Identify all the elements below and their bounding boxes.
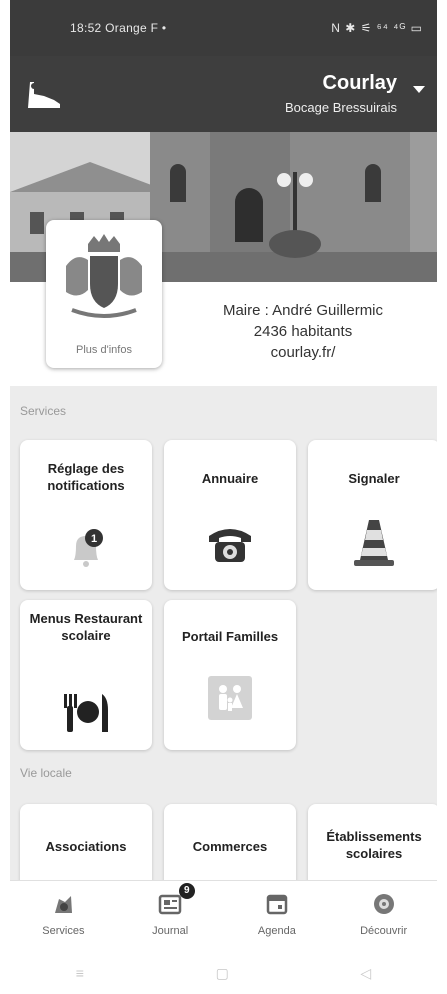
family-icon [208, 676, 252, 720]
tile-directory[interactable]: Annuaire [164, 440, 296, 590]
tile-label: Portail Familles [181, 629, 279, 644]
status-bar: 18:52 Orange F • N ✱ ⚟ ⁶⁴ ⁴ᴳ ▭ [10, 0, 437, 56]
tile-schools[interactable]: Établissements scolaires [308, 804, 437, 880]
nav-agenda[interactable]: Agenda [224, 881, 331, 952]
section-title-services: Services [20, 404, 67, 418]
tile-label: Commerces [192, 839, 268, 854]
nav-label: Journal [152, 925, 189, 937]
tile-label: Annuaire [201, 471, 259, 486]
recent-apps-button[interactable]: ≡ [76, 965, 84, 981]
bell-icon: 1 [74, 529, 103, 567]
fork-plate-knife-icon [64, 694, 108, 732]
tile-shops[interactable]: Commerces [164, 804, 296, 880]
tile-notification-settings[interactable]: Réglage des notifications 1 [20, 440, 152, 590]
caret-down-icon[interactable] [413, 86, 425, 93]
status-time-carrier: 18:52 Orange F • [70, 21, 167, 35]
telephone-icon [209, 529, 251, 562]
notification-badge: 1 [91, 533, 97, 545]
nav-journal[interactable]: 9 Journal [117, 881, 224, 952]
calendar-icon [266, 894, 288, 915]
section-title-local-life: Vie locale [20, 766, 72, 780]
tile-label: Menus Restaurant scolaire [29, 611, 143, 643]
nav-services[interactable]: Services [10, 881, 117, 952]
tile-label: Signaler [348, 471, 400, 486]
traffic-cone-icon [354, 520, 394, 566]
tile-label: Établissements scolaires [326, 829, 422, 861]
services-icon [55, 896, 73, 913]
tile-label: Associations [45, 839, 127, 854]
website-link[interactable]: courlay.fr/ [178, 342, 428, 363]
more-info-link[interactable]: Plus d'infos [46, 344, 162, 356]
tile-associations[interactable]: Associations [20, 804, 152, 880]
mayor-name: Maire : André Guillermic [222, 302, 384, 319]
nav-label: Services [42, 925, 85, 937]
system-navigation: ≡ ▢ ◁ [10, 952, 437, 994]
status-icons: N ✱ ⚟ ⁶⁴ ⁴ᴳ ▭ [331, 21, 423, 35]
map-region-icon[interactable] [24, 78, 64, 112]
tile-label: Réglage des notifications [47, 461, 125, 493]
inhabitants-count: 2436 habitants [253, 323, 353, 340]
nav-discover[interactable]: Découvrir [330, 881, 437, 952]
home-button[interactable]: ▢ [216, 965, 229, 982]
coat-of-arms-icon [66, 234, 142, 318]
tile-school-menus[interactable]: Menus Restaurant scolaire [20, 600, 152, 750]
tile-family-portal[interactable]: Portail Familles [164, 600, 296, 750]
nav-label: Agenda [257, 925, 296, 937]
bottom-navigation: Services 9 Journal Agenda Découvrir [10, 880, 437, 952]
nav-label: Découvrir [360, 925, 408, 937]
city-name[interactable]: Courlay [323, 72, 397, 95]
discover-icon [373, 894, 394, 914]
commune-details: Maire : André Guillermic 2436 habitants … [178, 300, 428, 363]
back-button[interactable]: ◁ [360, 965, 371, 982]
journal-badge: 9 [178, 883, 195, 899]
app-bar: Courlay Bocage Bressuirais [10, 56, 437, 132]
tile-report[interactable]: Signaler [308, 440, 437, 590]
coat-of-arms-card[interactable]: Plus d'infos [46, 220, 162, 368]
community-name[interactable]: Bocage Bressuirais [285, 100, 397, 115]
services-content[interactable]: Services Réglage des notifications 1 Ann… [10, 386, 437, 880]
